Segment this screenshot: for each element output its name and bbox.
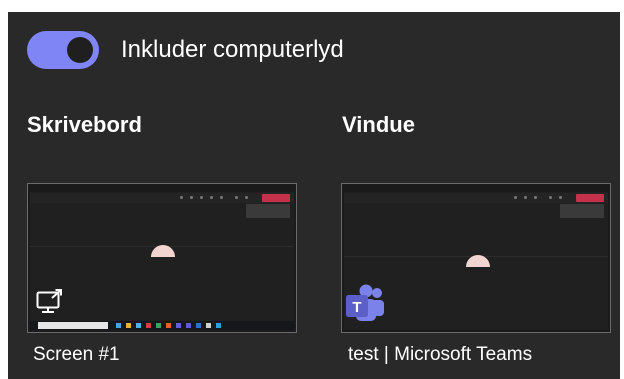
leave-button-preview — [262, 194, 290, 202]
include-audio-row: Inkluder computerlyd — [27, 30, 344, 70]
screen-share-icon — [36, 289, 62, 313]
share-panel: Inkluder computerlyd Skrivebord Vindue T… — [8, 12, 620, 379]
thumbnail-caption-screen: Screen #1 — [33, 344, 120, 365]
thumbnail-caption-window: test | Microsoft Teams — [348, 344, 533, 365]
thumbnail-preview — [30, 186, 294, 330]
toggle-knob — [67, 37, 93, 63]
leave-button-preview — [576, 194, 604, 202]
section-title-window: Vindue — [342, 112, 415, 137]
svg-text:T: T — [352, 299, 361, 316]
microsoft-teams-icon: T — [346, 284, 384, 321]
include-audio-label: Inkluder computerlyd — [121, 36, 344, 63]
window-share-thumbnail[interactable]: T — [341, 183, 611, 333]
section-title-desktop: Skrivebord — [27, 112, 142, 137]
screen-share-thumbnail[interactable] — [27, 183, 297, 333]
taskbar-preview — [30, 321, 294, 330]
include-audio-toggle[interactable] — [27, 31, 99, 69]
